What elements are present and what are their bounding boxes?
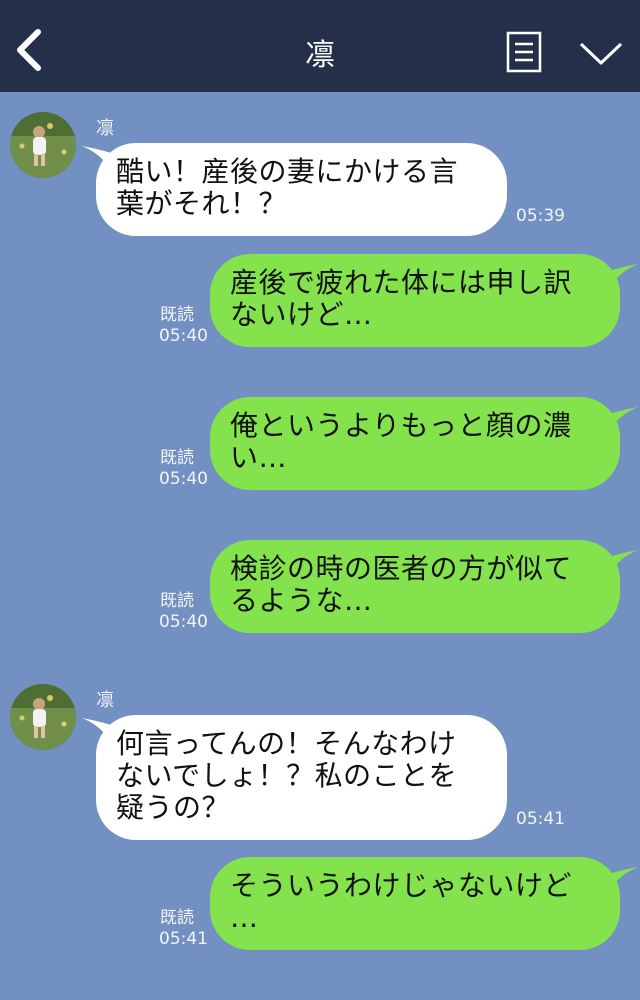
chevron-down-icon[interactable]	[578, 38, 624, 68]
read-receipt: 既読	[160, 448, 194, 468]
message-bubble[interactable]: そういうわけじゃないけど …	[210, 857, 620, 950]
message-bubble[interactable]: 酷い！産後の妻にかける言 葉がそれ！？	[96, 143, 507, 236]
sender-name: 凛	[96, 690, 114, 711]
message-bubble[interactable]: 検診の時の医者の方が似て るような…	[210, 540, 620, 633]
notes-menu-icon[interactable]	[506, 31, 542, 73]
read-receipt: 既読	[160, 591, 194, 611]
chat-title: 凛	[305, 38, 335, 73]
timestamp: 05:40	[159, 326, 208, 346]
timestamp: 05:40	[159, 469, 208, 489]
read-receipt: 既読	[160, 908, 194, 928]
message-bubble[interactable]: 何言ってんの！そんなわけ ないでしょ！？私のことを 疑うの？	[96, 715, 507, 840]
timestamp: 05:41	[516, 809, 565, 829]
read-receipt: 既読	[160, 305, 194, 325]
timestamp: 05:40	[159, 612, 208, 632]
timestamp: 05:39	[516, 206, 565, 226]
message-bubble[interactable]: 俺というよりもっと顔の濃 い…	[210, 397, 620, 490]
timestamp: 05:41	[159, 929, 208, 949]
chat-header: 凛	[0, 0, 640, 92]
avatar[interactable]	[10, 112, 76, 178]
sender-name: 凛	[96, 118, 114, 139]
message-bubble[interactable]: 産後で疲れた体には申し訳 ないけど…	[210, 254, 620, 347]
avatar[interactable]	[10, 684, 76, 750]
